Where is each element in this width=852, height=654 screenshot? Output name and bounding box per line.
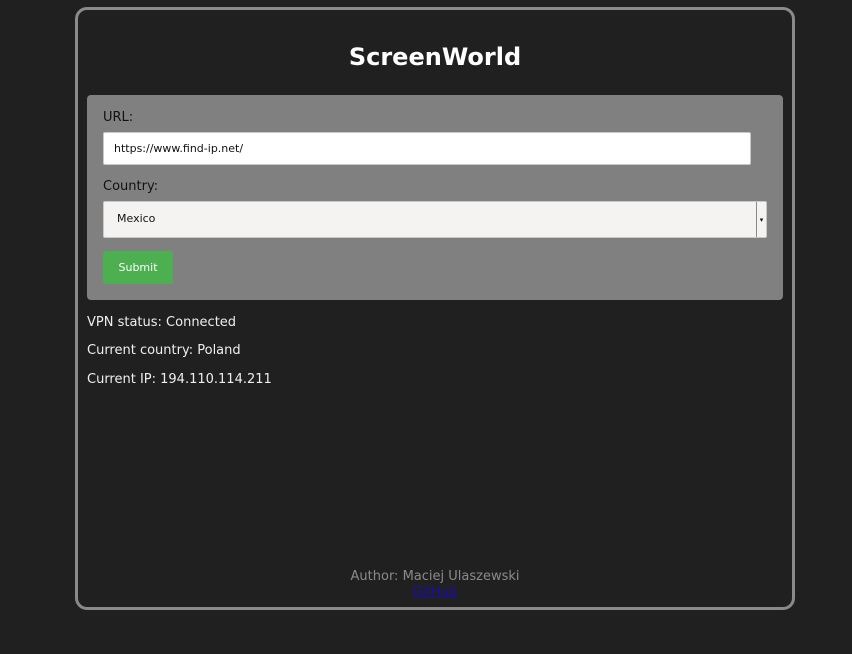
footer-author: Author: Maciej Ulaszewski	[350, 569, 520, 584]
url-form: URL: Country: Mexico ▾ Submit	[87, 95, 783, 300]
country-label: Country:	[103, 179, 159, 194]
vpn-status: VPN status: Connected	[87, 315, 237, 330]
country-select[interactable]: Mexico ▾	[103, 201, 767, 238]
url-input[interactable]	[103, 132, 751, 165]
footer-link-container: GitHub	[78, 585, 792, 600]
github-link[interactable]: GitHub	[412, 585, 457, 600]
current-country: Current country: Poland	[87, 343, 241, 358]
page-title: ScreenWorld	[348, 43, 522, 71]
app-frame: ScreenWorld URL: Country: Mexico ▾ Submi…	[75, 7, 795, 610]
country-select-value: Mexico	[117, 212, 156, 225]
submit-button[interactable]: Submit	[103, 251, 173, 284]
current-ip: Current IP: 194.110.114.211	[87, 372, 272, 387]
chevron-down-icon[interactable]: ▾	[756, 202, 766, 237]
url-label: URL:	[103, 110, 134, 125]
